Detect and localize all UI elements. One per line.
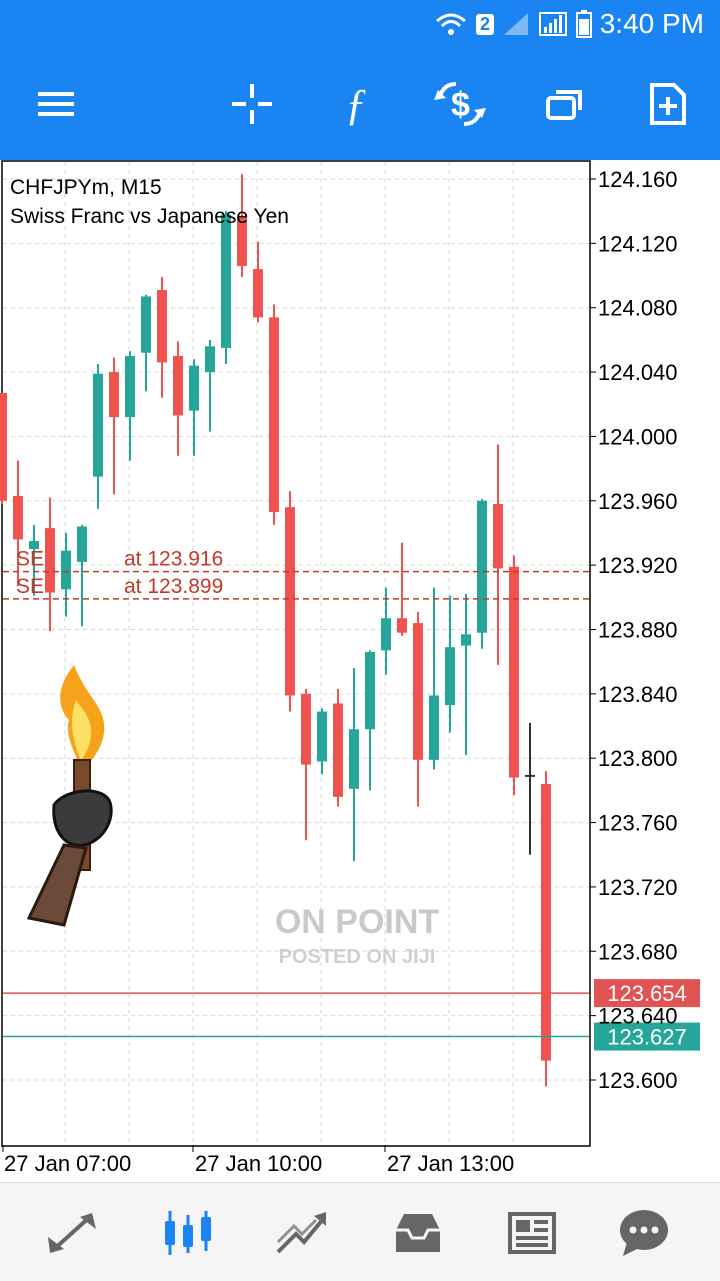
- chart-area[interactable]: ON POINT POSTED ON JIJI SE at 123.916 SE at …: [0, 160, 720, 1182]
- currency-button[interactable]: $: [428, 72, 492, 136]
- signal-icon: [504, 13, 528, 35]
- y-tick-label: 123.760: [598, 811, 678, 836]
- candle-body: [269, 317, 279, 513]
- sim-badge: 2: [475, 13, 494, 35]
- signal-bars-icon: [539, 12, 567, 36]
- battery-icon: [576, 10, 592, 38]
- candle-body: [301, 693, 311, 765]
- candle-body: [285, 507, 295, 696]
- new-order-button[interactable]: [636, 72, 700, 136]
- candle-body: [13, 495, 23, 540]
- y-tick-label: 124.080: [598, 296, 678, 321]
- candle-body: [173, 355, 183, 416]
- y-tick-label: 123.880: [598, 618, 678, 643]
- nav-chat[interactable]: [614, 1205, 674, 1261]
- menu-icon: [38, 92, 74, 116]
- status-bar: 2 3:40 PM: [0, 0, 720, 50]
- chat-icon: [620, 1210, 668, 1256]
- x-tick-label: 27 Jan 07:00: [4, 1151, 131, 1176]
- y-tick-label: 124.120: [598, 231, 678, 256]
- candle-body: [189, 365, 199, 411]
- candle-body: [157, 290, 167, 363]
- new-document-icon: [650, 83, 686, 125]
- crosshair-button[interactable]: [220, 72, 284, 136]
- function-icon: ƒ: [345, 79, 367, 129]
- watermark-title: ON POINT: [275, 903, 440, 941]
- sell-order-price-label: at 123.916: [124, 548, 223, 571]
- candle-body: [93, 373, 103, 477]
- nav-history[interactable]: [388, 1205, 448, 1261]
- candle-body: [429, 695, 439, 760]
- y-tick-label: 124.160: [598, 167, 678, 192]
- torch-sticker-icon: [26, 665, 113, 927]
- status-time: 3:40 PM: [599, 8, 704, 39]
- candle-body: [205, 346, 215, 373]
- watermark-subtitle: POSTED ON JIJI: [279, 946, 436, 968]
- chart-subtitle: Swiss Franc vs Japanese Yen: [10, 205, 289, 228]
- toolbar: ƒ $: [0, 50, 720, 160]
- y-tick-label: 124.040: [598, 360, 678, 385]
- candle-body: [125, 355, 135, 418]
- candle-body: [397, 618, 407, 633]
- chart-icon: [165, 1211, 211, 1255]
- candle-body: [493, 504, 503, 569]
- candle-body: [61, 550, 71, 590]
- nav-trade[interactable]: [272, 1205, 332, 1261]
- sell-order-price-label: at 123.899: [124, 575, 223, 598]
- y-tick-label: 123.720: [598, 875, 678, 900]
- windows-button[interactable]: [532, 72, 596, 136]
- candle-body: [317, 711, 327, 762]
- y-tick-label: 123.640: [598, 1004, 678, 1029]
- candle-body: [461, 634, 471, 646]
- y-tick-label: 123.600: [598, 1068, 678, 1093]
- bottom-nav: [0, 1182, 720, 1281]
- y-tick-label: 123.800: [598, 746, 678, 771]
- quotes-icon: [48, 1213, 96, 1253]
- candle-body: [0, 392, 7, 501]
- candle-body: [381, 618, 391, 651]
- y-tick-label: 123.840: [598, 682, 678, 707]
- y-tick-label: 123.680: [598, 939, 678, 964]
- candle-body: [221, 214, 231, 348]
- x-tick-label: 27 Jan 10:00: [195, 1151, 322, 1176]
- windows-icon: [546, 90, 582, 120]
- candle-body: [45, 528, 55, 593]
- candle-body: [349, 729, 359, 789]
- y-tick-label: 123.960: [598, 489, 678, 514]
- menu-button[interactable]: [24, 72, 88, 136]
- currency-swap-icon: $: [434, 82, 486, 126]
- wifi-icon: [436, 13, 466, 35]
- price-tag-label: 123.654: [607, 981, 687, 1006]
- trade-icon: [276, 1212, 326, 1254]
- history-icon: [396, 1214, 440, 1252]
- svg-text:$: $: [451, 86, 470, 124]
- sell-order-label: SE: [16, 575, 44, 598]
- indicators-button[interactable]: ƒ: [324, 72, 388, 136]
- y-tick-label: 124.000: [598, 424, 678, 449]
- candle-body: [365, 652, 375, 730]
- candle-body: [333, 703, 343, 797]
- sell-order-label: SE: [16, 548, 44, 571]
- candle-body: [413, 623, 423, 760]
- nav-chart[interactable]: [158, 1205, 218, 1261]
- plot-frame: [1, 160, 591, 1147]
- news-icon: [508, 1212, 556, 1254]
- candle-body: [109, 372, 119, 418]
- y-tick-label: 123.920: [598, 553, 678, 578]
- nav-quotes[interactable]: [42, 1205, 102, 1261]
- candle-body: [445, 647, 455, 706]
- candle-body: [541, 783, 551, 1061]
- status-icons: 2: [434, 10, 592, 38]
- crosshair-icon: [232, 84, 272, 124]
- candle-body: [477, 500, 487, 633]
- candle-body: [141, 296, 151, 353]
- x-tick-label: 27 Jan 13:00: [387, 1151, 514, 1176]
- candle-body: [77, 526, 87, 562]
- candle-body: [253, 269, 263, 318]
- nav-news[interactable]: [502, 1205, 562, 1261]
- chart-title: CHFJPYm, M15: [10, 176, 162, 199]
